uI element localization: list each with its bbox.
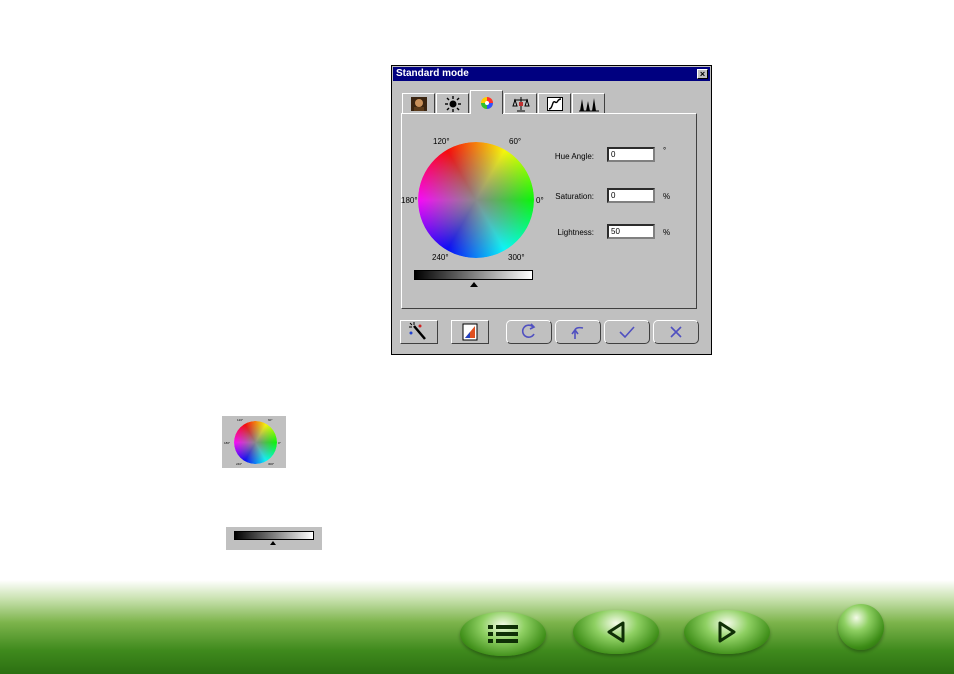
lightness-label: Lightness: <box>557 228 594 237</box>
color-wheel-icon <box>480 96 493 109</box>
mini-label-240: 240° <box>236 462 243 466</box>
label-300: 300° <box>508 253 525 262</box>
dialog-titlebar[interactable]: Standard mode × <box>393 67 710 81</box>
brightness-icon <box>444 95 461 112</box>
home-ball-icon[interactable] <box>838 604 884 650</box>
contents-button[interactable] <box>460 612 546 656</box>
hue-angle-input[interactable] <box>607 147 655 162</box>
hue-saturation-wheel[interactable] <box>418 142 534 258</box>
mini-label-180: 180° <box>224 441 231 445</box>
page-settings-button[interactable] <box>451 320 489 344</box>
previous-arrow-icon <box>607 621 625 643</box>
lightness-unit: % <box>663 228 671 237</box>
tab-curves[interactable] <box>538 93 571 113</box>
mini-lightness-bar-example <box>226 527 322 550</box>
next-arrow-icon <box>718 621 736 643</box>
saturation-unit: % <box>663 192 671 201</box>
saturation-label: Saturation: <box>555 192 594 201</box>
tab-levels[interactable] <box>572 93 605 113</box>
hue-angle-label: Hue Angle: <box>554 152 594 161</box>
tab-balance[interactable] <box>504 93 537 113</box>
page-color-icon <box>462 323 478 341</box>
mini-color-wheel-example: 120° 60° 180° 0° 240° 300° <box>222 416 286 468</box>
curve-icon <box>546 96 563 111</box>
cancel-button[interactable] <box>653 320 699 344</box>
next-page-button[interactable] <box>684 610 770 654</box>
hue-angle-unit: ° <box>663 146 667 155</box>
portrait-icon <box>410 96 427 111</box>
label-0: 0° <box>536 196 544 205</box>
reset-icon <box>521 323 536 338</box>
close-button[interactable]: × <box>697 69 708 79</box>
mini-label-120: 120° <box>237 418 244 422</box>
lightness-marker[interactable] <box>469 282 478 287</box>
ok-button[interactable] <box>604 320 650 344</box>
label-180: 180° <box>401 196 418 205</box>
magic-wand-icon <box>409 322 426 340</box>
mini-label-0: 0° <box>278 441 281 445</box>
mini-color-wheel <box>234 421 277 464</box>
label-120: 120° <box>433 137 450 146</box>
mini-lightness-bar <box>234 531 314 540</box>
lightness-bar[interactable] <box>414 270 533 280</box>
x-icon <box>670 326 682 338</box>
dialog-title: Standard mode <box>396 68 469 79</box>
reset-button[interactable] <box>506 320 552 344</box>
undo-button[interactable] <box>555 320 601 344</box>
tab-color[interactable] <box>470 90 503 114</box>
label-60: 60° <box>509 137 522 146</box>
tab-brightness[interactable] <box>436 93 469 113</box>
saturation-input[interactable] <box>607 188 655 203</box>
mini-lightness-marker <box>270 541 276 545</box>
levels-icon <box>578 97 599 111</box>
mini-label-60: 60° <box>268 418 273 422</box>
lightness-input[interactable] <box>607 224 655 239</box>
previous-page-button[interactable] <box>573 610 659 654</box>
close-icon: × <box>699 69 706 79</box>
check-icon <box>619 326 635 339</box>
mini-label-300: 300° <box>268 462 275 466</box>
saturation-falloff <box>418 142 534 258</box>
undo-icon <box>571 326 584 339</box>
auto-adjust-button[interactable] <box>400 320 438 344</box>
balance-icon <box>511 96 530 111</box>
label-240: 240° <box>432 253 449 262</box>
contents-list-icon <box>488 625 518 643</box>
tab-image[interactable] <box>402 93 435 113</box>
